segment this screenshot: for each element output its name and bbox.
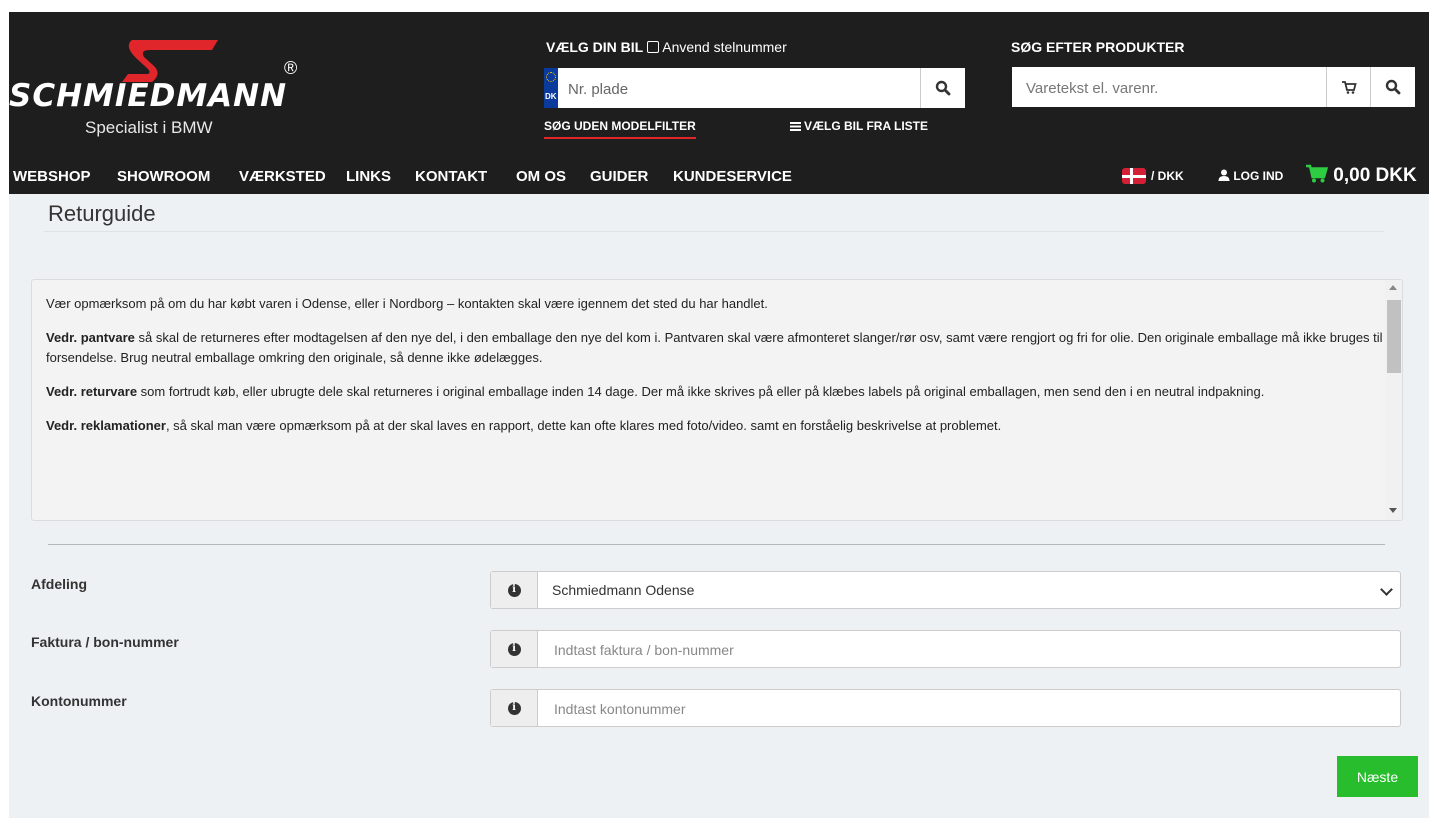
basket-cart-icon	[1306, 164, 1329, 183]
nav-item-om-os[interactable]: OM OS	[516, 168, 566, 185]
vin-checkbox-label[interactable]: Anvend stelnummer	[662, 39, 787, 55]
info-icon: i	[507, 583, 521, 597]
product-search-label: SØG EFTER PRODUKTER	[1011, 39, 1185, 55]
scroll-down-arrow-icon[interactable]	[1389, 508, 1397, 513]
currency-selector[interactable]: / DKK	[1151, 169, 1184, 183]
eu-plate-flag-icon: DK	[544, 68, 558, 108]
department-info-addon[interactable]: i	[491, 572, 538, 608]
choose-car-from-list-link[interactable]: VÆLG BIL FRA LISTE	[790, 119, 928, 133]
search-icon	[1385, 79, 1401, 95]
vin-checkbox[interactable]	[647, 41, 660, 53]
invoice-label: Faktura / bon-nummer	[31, 634, 179, 650]
info-text-pantvare: så skal de returneres efter modtagelsen …	[46, 330, 1383, 365]
info-icon: i	[507, 701, 521, 715]
user-icon	[1218, 169, 1230, 181]
nav-item-links[interactable]: LINKS	[346, 168, 391, 185]
registered-mark: ®	[284, 58, 298, 78]
brand-logo[interactable]: SCHMIEDMANN ® Specialist i BMW	[7, 30, 317, 140]
next-button[interactable]: Næste	[1337, 756, 1418, 797]
plate-country-code: DK	[545, 92, 557, 101]
nav-item-kundeservice[interactable]: KUNDESERVICE	[673, 168, 792, 185]
account-info-addon[interactable]: i	[491, 690, 538, 726]
invoice-info-addon[interactable]: i	[491, 631, 538, 667]
department-selected-value: Schmiedmann Odense	[552, 582, 695, 598]
nav-item-vaerksted[interactable]: VÆRKSTED	[239, 168, 326, 185]
main-nav: WEBSHOP SHOWROOM VÆRKSTED LINKS KONTAKT …	[9, 160, 1429, 194]
chevron-down-icon	[1380, 583, 1393, 596]
info-heading-returvare: Vedr. returvare	[46, 384, 138, 399]
department-select[interactable]: i Schmiedmann Odense	[490, 571, 1401, 609]
invoice-input[interactable]	[552, 631, 1376, 669]
info-paragraph-reklamationer: Vedr. reklamationer, så skal man være op…	[32, 416, 1384, 436]
nav-item-guider[interactable]: GUIDER	[590, 168, 648, 185]
brand-tagline: Specialist i BMW	[85, 118, 213, 137]
form-divider	[48, 544, 1385, 545]
car-search-title: VÆLG DIN BIL	[546, 39, 644, 55]
plate-search-box: DK	[544, 68, 965, 110]
info-scrollbar[interactable]	[1385, 280, 1402, 520]
return-info-scrollbox[interactable]: Vær opmærksom på om du har købt varen i …	[31, 279, 1403, 521]
info-paragraph-location: Vær opmærksom på om du har købt varen i …	[32, 294, 1384, 314]
nav-item-webshop[interactable]: WEBSHOP	[13, 168, 91, 185]
cart-icon	[1342, 81, 1357, 94]
info-icon: i	[507, 642, 521, 656]
quick-add-cart-button[interactable]	[1326, 67, 1371, 107]
product-search-input[interactable]	[1024, 67, 1328, 109]
scroll-up-arrow-icon[interactable]	[1389, 285, 1397, 290]
invoice-field: i	[490, 630, 1401, 669]
department-label: Afdeling	[31, 576, 87, 592]
return-info-content: Vær opmærksom på om du har købt varen i …	[32, 280, 1384, 450]
nav-item-showroom[interactable]: SHOWROOM	[117, 168, 210, 185]
brand-wordmark: SCHMIEDMANN	[9, 78, 288, 114]
list-icon	[790, 122, 801, 131]
product-search-box	[1012, 67, 1415, 109]
plate-number-input[interactable]	[566, 68, 920, 110]
info-paragraph-pantvare: Vedr. pantvare så skal de returneres eft…	[32, 328, 1384, 368]
login-label: LOG IND	[1233, 169, 1284, 183]
info-paragraph-location-text: Vær opmærksom på om du har købt varen i …	[46, 296, 768, 311]
account-field: i	[490, 689, 1401, 728]
plate-search-button[interactable]	[920, 68, 965, 108]
search-without-model-filter-link[interactable]: SØG UDEN MODELFILTER	[544, 119, 696, 139]
danish-flag-icon[interactable]	[1122, 168, 1146, 184]
basket-button[interactable]: 0,00 DKK	[1306, 164, 1417, 187]
info-heading-pantvare: Vedr. pantvare	[46, 330, 135, 345]
info-heading-reklamationer: Vedr. reklamationer	[46, 418, 166, 433]
page-title: Returguide	[48, 201, 156, 226]
car-search-label: VÆLG DIN BIL Anvend stelnummer	[546, 39, 787, 55]
title-divider	[44, 231, 1384, 232]
scroll-thumb[interactable]	[1387, 300, 1401, 373]
nav-item-kontakt[interactable]: KONTAKT	[415, 168, 487, 185]
search-icon	[935, 80, 951, 96]
info-text-returvare: som fortrudt køb, eller ubrugte dele ska…	[137, 384, 1265, 399]
info-text-reklamationer: , så skal man være opmærksom på at der s…	[165, 418, 1002, 433]
login-link[interactable]: LOG IND	[1218, 169, 1283, 183]
basket-total: 0,00 DKK	[1333, 165, 1417, 186]
account-input[interactable]	[552, 690, 1376, 728]
info-paragraph-returvare: Vedr. returvare som fortrudt køb, eller …	[32, 382, 1384, 402]
product-search-button[interactable]	[1370, 67, 1415, 107]
choose-car-from-list-label: VÆLG BIL FRA LISTE	[804, 119, 929, 133]
eu-stars-icon	[546, 72, 556, 82]
account-label: Kontonummer	[31, 693, 127, 709]
